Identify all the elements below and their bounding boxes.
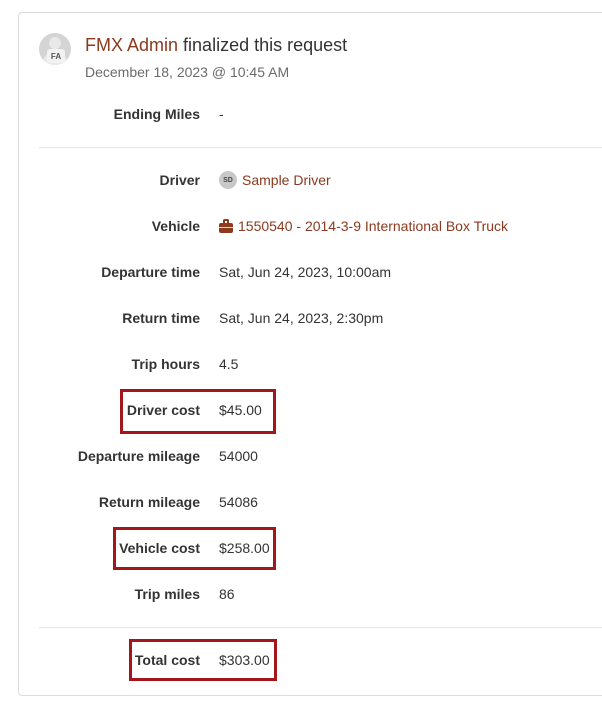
departure-time-value: Sat, Jun 24, 2023, 10:00am [219,264,392,280]
section-divider [39,147,602,148]
actor-link[interactable]: FMX Admin [85,35,178,55]
driver-link[interactable]: Sample Driver [242,172,331,188]
departure-mileage-label: Departure mileage [77,448,200,464]
trip-miles-label: Trip miles [134,586,200,602]
ending-miles-label: Ending Miles [113,106,200,122]
vehicle-label: Vehicle [151,218,200,234]
departure-mileage-value: 54000 [219,448,258,464]
avatar-initials: FA [47,49,65,63]
trip-miles-value: 86 [219,586,235,602]
driver-cost-highlight-box [120,389,276,434]
departure-time-label: Departure time [101,264,200,280]
trip-hours-value: 4.5 [219,356,239,372]
total-divider [39,627,602,628]
trip-hours-label: Trip hours [131,356,200,372]
return-mileage-value: 54086 [219,494,258,510]
driver-value: SD Sample Driver [219,171,331,189]
activity-card: FA FMX Admin finalized this request Dece… [18,12,602,696]
activity-title: FMX Admin finalized this request [85,35,347,56]
total-cost-highlight-box [129,639,277,681]
activity-action: finalized this request [183,35,348,55]
return-mileage-label: Return mileage [98,494,200,510]
return-time-value: Sat, Jun 24, 2023, 2:30pm [219,310,384,326]
driver-initials-badge: SD [219,171,237,189]
briefcase-icon [219,218,233,233]
ending-miles-value: - [219,106,224,122]
activity-timestamp: December 18, 2023 @ 10:45 AM [85,64,290,80]
avatar-head-shape [49,37,61,49]
vehicle-value: 1550540 - 2014-3-9 International Box Tru… [219,218,508,234]
vehicle-link[interactable]: 1550540 - 2014-3-9 International Box Tru… [238,218,508,234]
vehicle-cost-highlight-box [113,527,276,570]
driver-label: Driver [159,172,200,188]
return-time-label: Return time [122,310,200,326]
